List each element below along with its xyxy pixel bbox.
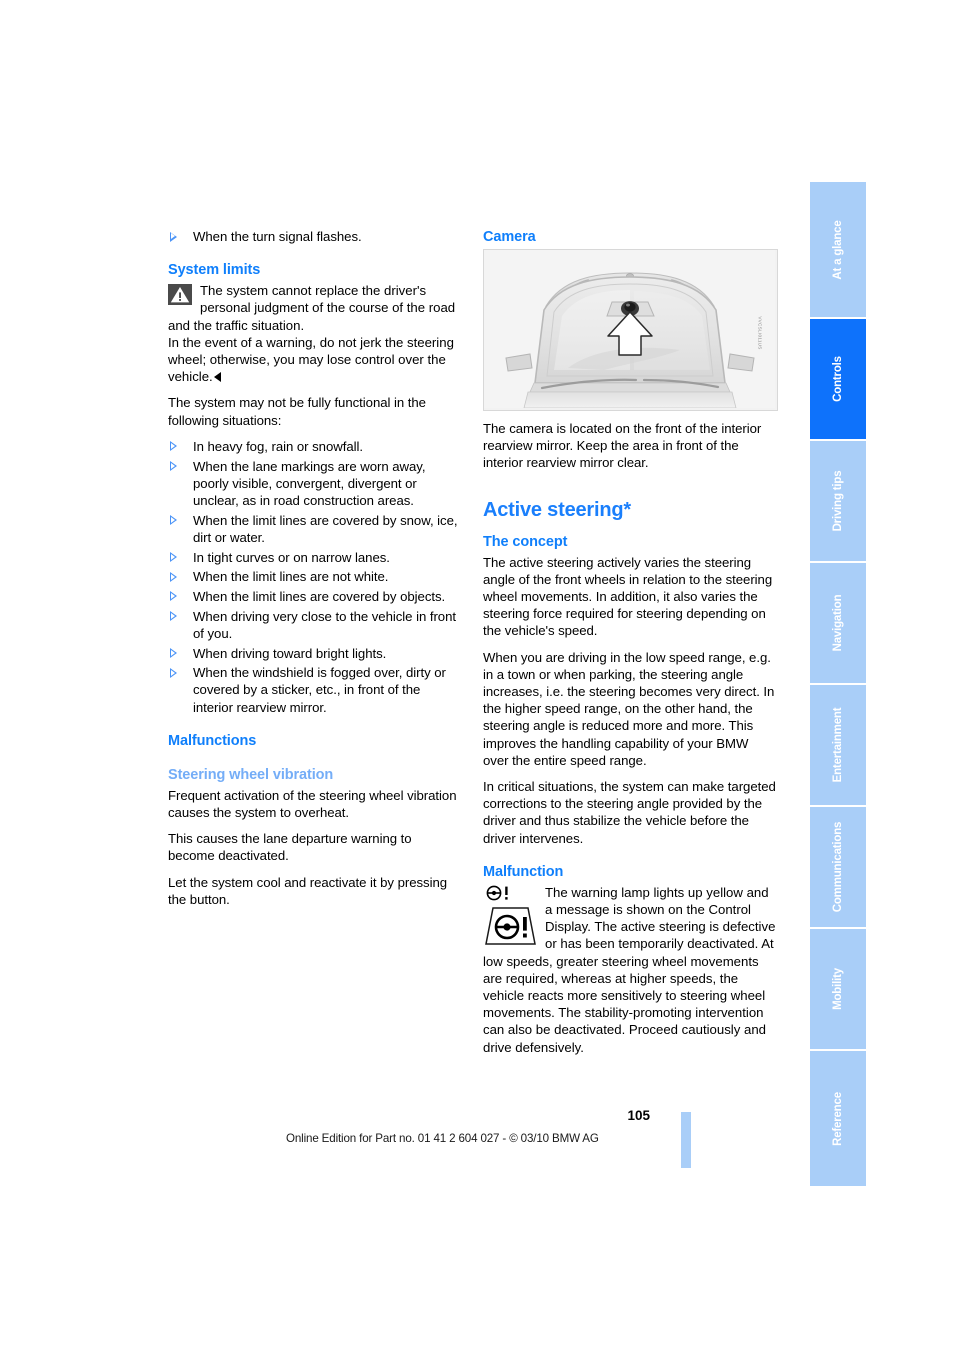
tab-label: Reference [832, 1091, 844, 1146]
tab-driving-tips[interactable]: Driving tips [810, 441, 866, 561]
list-item-text: In tight curves or on narrow lanes. [193, 549, 390, 565]
list-item: When the turn signal flashes. [168, 228, 461, 245]
list-item-text: When the turn signal flashes. [193, 229, 362, 244]
active-steering-malfunction-note: The warning lamp lights up yellow and a … [483, 884, 776, 1056]
tab-label: Communications [832, 821, 844, 913]
list-item-text: When the limit lines are covered by snow… [193, 512, 458, 545]
warning-triangle-icon [168, 284, 192, 306]
list-item: In heavy fog, rain or snowfall. [168, 438, 461, 455]
triangle-bullet-icon [170, 648, 177, 659]
heading-system-limits: System limits [168, 262, 261, 279]
tab-communications[interactable]: Communications [810, 807, 866, 927]
footer-edition-text: Online Edition for Part no. 01 41 2 604 … [286, 1132, 599, 1145]
tab-label: At a glance [832, 219, 844, 280]
warning-text-2: In the event of a warning, do not jerk t… [168, 334, 454, 385]
triangle-bullet-icon [170, 571, 177, 582]
concept-paragraph-2: When you are driving in the low speed ra… [483, 649, 775, 768]
malfunctions-paragraph-2: This causes the lane departure warning t… [168, 831, 412, 864]
steering-wheel-warning-display-icon [483, 906, 539, 950]
heading-steering-wheel-vibration: Steering wheel vibration [168, 766, 334, 783]
warning-text: The system cannot replace the driver's p… [168, 283, 456, 333]
malfunctions-paragraph-3: Let the system cool and reactivate it by… [168, 874, 448, 907]
manual-page: When the turn signal flashes. System lim… [0, 0, 954, 1350]
note-end-marker-icon [213, 372, 221, 383]
tab-mobility[interactable]: Mobility [810, 929, 866, 1049]
heading-camera: Camera [483, 229, 536, 245]
concept-paragraph-1: The active steering actively varies the … [483, 554, 773, 639]
list-item-text: When the limit lines are covered by obje… [193, 588, 446, 604]
malfunction-icon-group [483, 885, 539, 950]
heading-malfunctions: Malfunctions [168, 732, 257, 749]
steering-wheel-warning-lamp-icon [484, 885, 539, 905]
triangle-bullet-icon [170, 591, 177, 602]
chapter-tab-rail: At a glance Controls Driving tips Naviga… [810, 182, 866, 1188]
system-limits-warning-note: The system cannot replace the driver's p… [168, 282, 461, 385]
right-column: Camera VVCSLI011US The camera is located… [483, 228, 778, 1065]
section-title-active-steering: Active steering* [483, 498, 631, 521]
figure-code: VVCSLI011US [756, 316, 762, 350]
footer-accent-bar [681, 1112, 691, 1168]
list-item: When driving toward bright lights. [168, 645, 461, 662]
triangle-bullet-icon [170, 461, 177, 472]
list-item-text: When driving very close to the vehicle i… [193, 608, 456, 641]
tab-entertainment[interactable]: Entertainment [810, 685, 866, 805]
triangle-bullet-icon [170, 552, 177, 563]
list-item: When the windshield is fogged over, dirt… [168, 664, 461, 716]
page-number: 105 [627, 1108, 650, 1123]
list-item-text: In heavy fog, rain or snowfall. [193, 438, 363, 454]
triangle-bullet-icon [170, 667, 177, 678]
camera-location-figure: VVCSLI011US [483, 249, 778, 411]
list-item: In tight curves or on narrow lanes. [168, 549, 461, 566]
tab-controls[interactable]: Controls [810, 319, 866, 439]
list-item-text: When driving toward bright lights. [193, 645, 387, 661]
system-limits-bullet-list: In heavy fog, rain or snowfall. When the… [168, 438, 461, 716]
list-item-text: When the lane markings are worn away, po… [193, 458, 426, 508]
list-item-text: When the windshield is fogged over, dirt… [193, 665, 446, 715]
tab-label: Entertainment [832, 707, 844, 783]
heading-the-concept: The concept [483, 533, 568, 550]
triangle-bullet-icon [170, 231, 177, 242]
camera-caption: The camera is located on the front of th… [483, 421, 762, 471]
malfunctions-paragraph-1: Frequent activation of the steering whee… [168, 787, 457, 821]
list-item-text: When the limit lines are not white. [193, 569, 389, 585]
list-item: When driving very close to the vehicle i… [168, 608, 461, 642]
list-item: When the limit lines are not white. [168, 568, 461, 585]
lead-bullet-list: When the turn signal flashes. [168, 228, 461, 245]
triangle-bullet-icon [170, 441, 177, 452]
tab-label: Controls [832, 356, 844, 402]
concept-paragraph-3: In critical situations, the system can m… [483, 779, 776, 846]
tab-label: Driving tips [832, 470, 844, 532]
tab-navigation[interactable]: Navigation [810, 563, 866, 683]
tab-reference[interactable]: Reference [810, 1051, 866, 1186]
list-item: When the limit lines are covered by obje… [168, 588, 461, 605]
triangle-bullet-icon [170, 611, 177, 622]
left-column: When the turn signal flashes. System lim… [168, 228, 461, 917]
list-item: When the limit lines are covered by snow… [168, 512, 461, 546]
triangle-bullet-icon [170, 515, 177, 526]
tab-label: Navigation [832, 594, 844, 652]
tab-label: Mobility [832, 968, 844, 1010]
list-item: When the lane markings are worn away, po… [168, 458, 461, 510]
tab-at-a-glance[interactable]: At a glance [810, 182, 866, 317]
system-limits-intro: The system may not be fully functional i… [168, 395, 426, 428]
heading-malfunction: Malfunction [483, 863, 564, 880]
